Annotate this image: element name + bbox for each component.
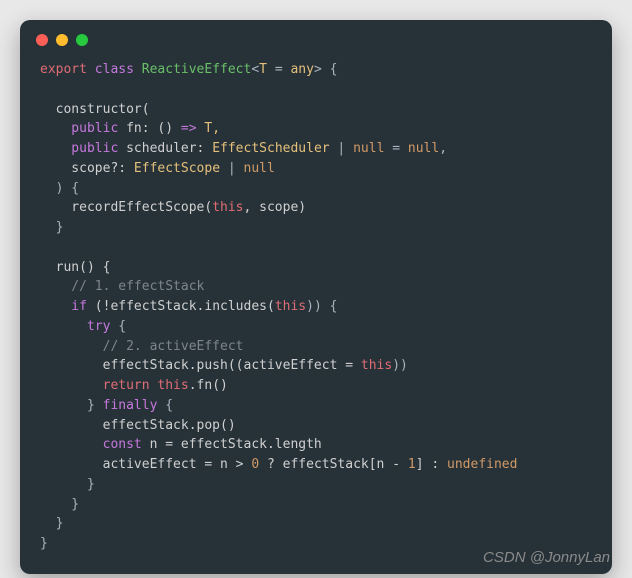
keyword-public: public (40, 121, 118, 136)
code-window: export class ReactiveEffect<T = any> { c… (20, 20, 612, 574)
comma: , (439, 141, 447, 156)
keyword-const: const (40, 437, 142, 452)
param-scope: scope?: (40, 161, 134, 176)
keyword-return: return (40, 378, 150, 393)
keyword-finally: finally (95, 398, 158, 413)
punct: = (267, 62, 290, 77)
comment: // 1. effectStack (40, 279, 204, 294)
type-effectscope: EffectScope (134, 161, 220, 176)
call-record: recordEffectScope( (40, 200, 212, 215)
keyword-export: export (40, 62, 87, 77)
fn-call: .fn() (189, 378, 228, 393)
null: null (244, 161, 275, 176)
maximize-icon[interactable] (76, 34, 88, 46)
close: )) { (306, 299, 337, 314)
tern: ? effectStack[n - (259, 457, 408, 472)
close-icon[interactable] (36, 34, 48, 46)
cond: (!effectStack.includes( (87, 299, 275, 314)
this: this (275, 299, 306, 314)
keyword-public: public (40, 141, 118, 156)
undefined: undefined (447, 457, 517, 472)
brace-close: } (40, 516, 63, 531)
brace-close: } (40, 497, 79, 512)
brace-close: } (40, 536, 48, 551)
brace-close: } (40, 477, 95, 492)
brace-close: } (40, 398, 95, 413)
eq: = (384, 141, 407, 156)
window-titlebar (20, 20, 612, 54)
minimize-icon[interactable] (56, 34, 68, 46)
this: this (150, 378, 189, 393)
pop-call: effectStack.pop() (40, 418, 236, 433)
var-n: n = effectStack.length (142, 437, 322, 452)
type-effectscheduler: EffectScheduler (212, 141, 329, 156)
close: )) (392, 358, 408, 373)
punct: > { (314, 62, 337, 77)
keyword-if: if (40, 299, 87, 314)
constructor-line: constructor( (40, 102, 150, 117)
null: null (408, 141, 439, 156)
keyword-try: try (40, 319, 110, 334)
method-run: run() { (40, 260, 110, 275)
punct: < (251, 62, 259, 77)
paren-close: ) { (40, 181, 79, 196)
push-call: effectStack.push((activeEffect = (40, 358, 361, 373)
keyword-class: class (95, 62, 134, 77)
class-name: ReactiveEffect (142, 62, 252, 77)
code-block: export class ReactiveEffect<T = any> { c… (20, 54, 612, 574)
num-zero: 0 (251, 457, 259, 472)
brace: { (157, 398, 173, 413)
comment: // 2. activeEffect (40, 339, 244, 354)
arrow: => (181, 121, 197, 136)
brace: { (110, 319, 126, 334)
param-sched: scheduler: (118, 141, 212, 156)
watermark: CSDN @JonnyLan (483, 549, 610, 566)
num-one: 1 (408, 457, 416, 472)
type-any: any (290, 62, 313, 77)
assign: activeEffect = n > (40, 457, 251, 472)
type-param: T (259, 62, 267, 77)
brace-close: } (40, 220, 63, 235)
param-fn: fn: () (118, 121, 181, 136)
this: this (361, 358, 392, 373)
type-T: T, (197, 121, 220, 136)
this: this (212, 200, 243, 215)
close: ] : (416, 457, 447, 472)
pipe: | (330, 141, 353, 156)
pipe: | (220, 161, 243, 176)
rest: , scope) (244, 200, 307, 215)
null: null (353, 141, 384, 156)
